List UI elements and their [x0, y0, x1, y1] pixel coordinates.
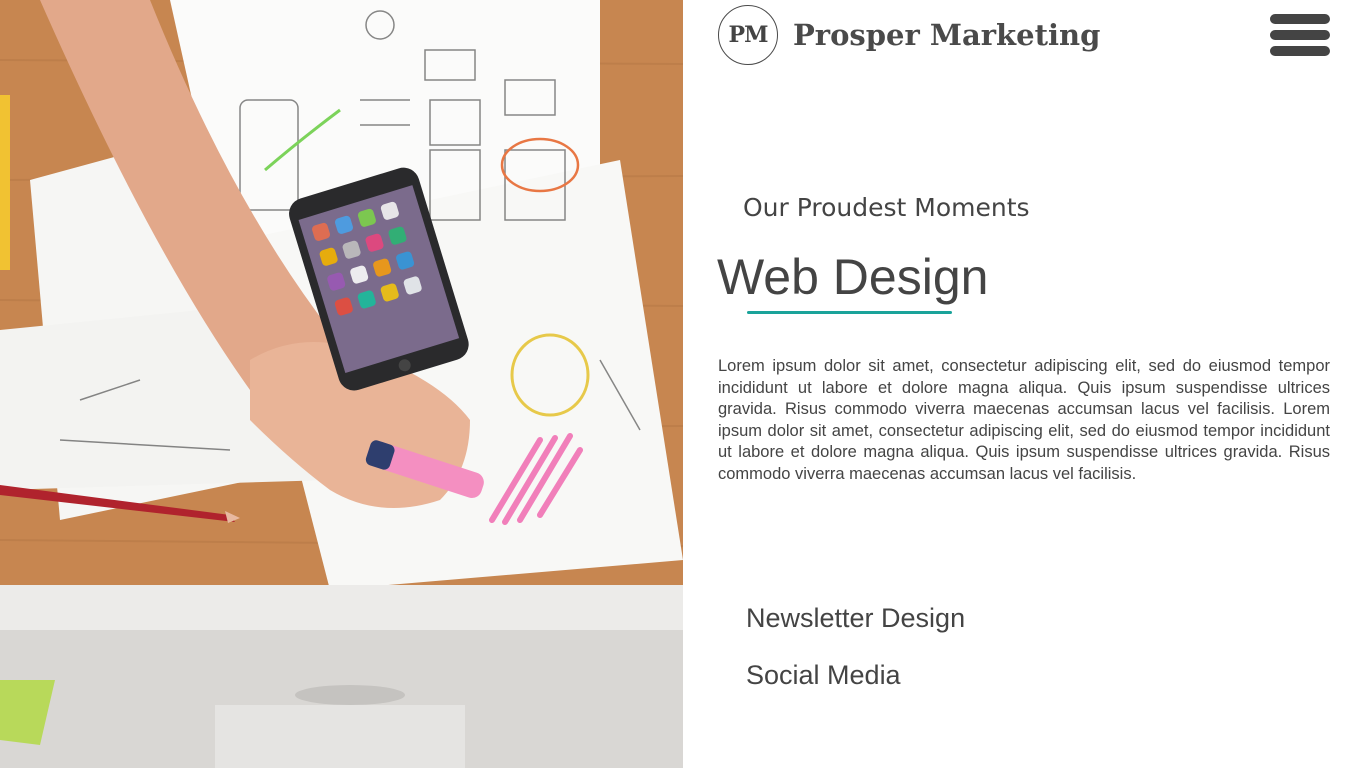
- brand-name[interactable]: Prosper Marketing: [793, 18, 1100, 52]
- section-subtitle: Our Proudest Moments: [743, 193, 1030, 222]
- logo-initials: PM: [728, 22, 769, 48]
- desk-illustration: [0, 0, 683, 768]
- menu-bar: [1270, 14, 1330, 24]
- brand-logo[interactable]: PM: [718, 5, 778, 65]
- hamburger-menu-icon[interactable]: [1270, 14, 1330, 56]
- nav-link-social-media[interactable]: Social Media: [746, 660, 901, 691]
- content-panel: PM Prosper Marketing Our Proudest Moment…: [683, 0, 1366, 768]
- section-body-text: Lorem ipsum dolor sit amet, consectetur …: [718, 357, 1330, 483]
- section-title: Web Design: [717, 249, 989, 305]
- menu-bar: [1270, 46, 1330, 56]
- nav-link-newsletter-design[interactable]: Newsletter Design: [746, 603, 965, 634]
- title-underline: [747, 311, 952, 314]
- hero-photo: [0, 0, 683, 768]
- menu-bar: [1270, 30, 1330, 40]
